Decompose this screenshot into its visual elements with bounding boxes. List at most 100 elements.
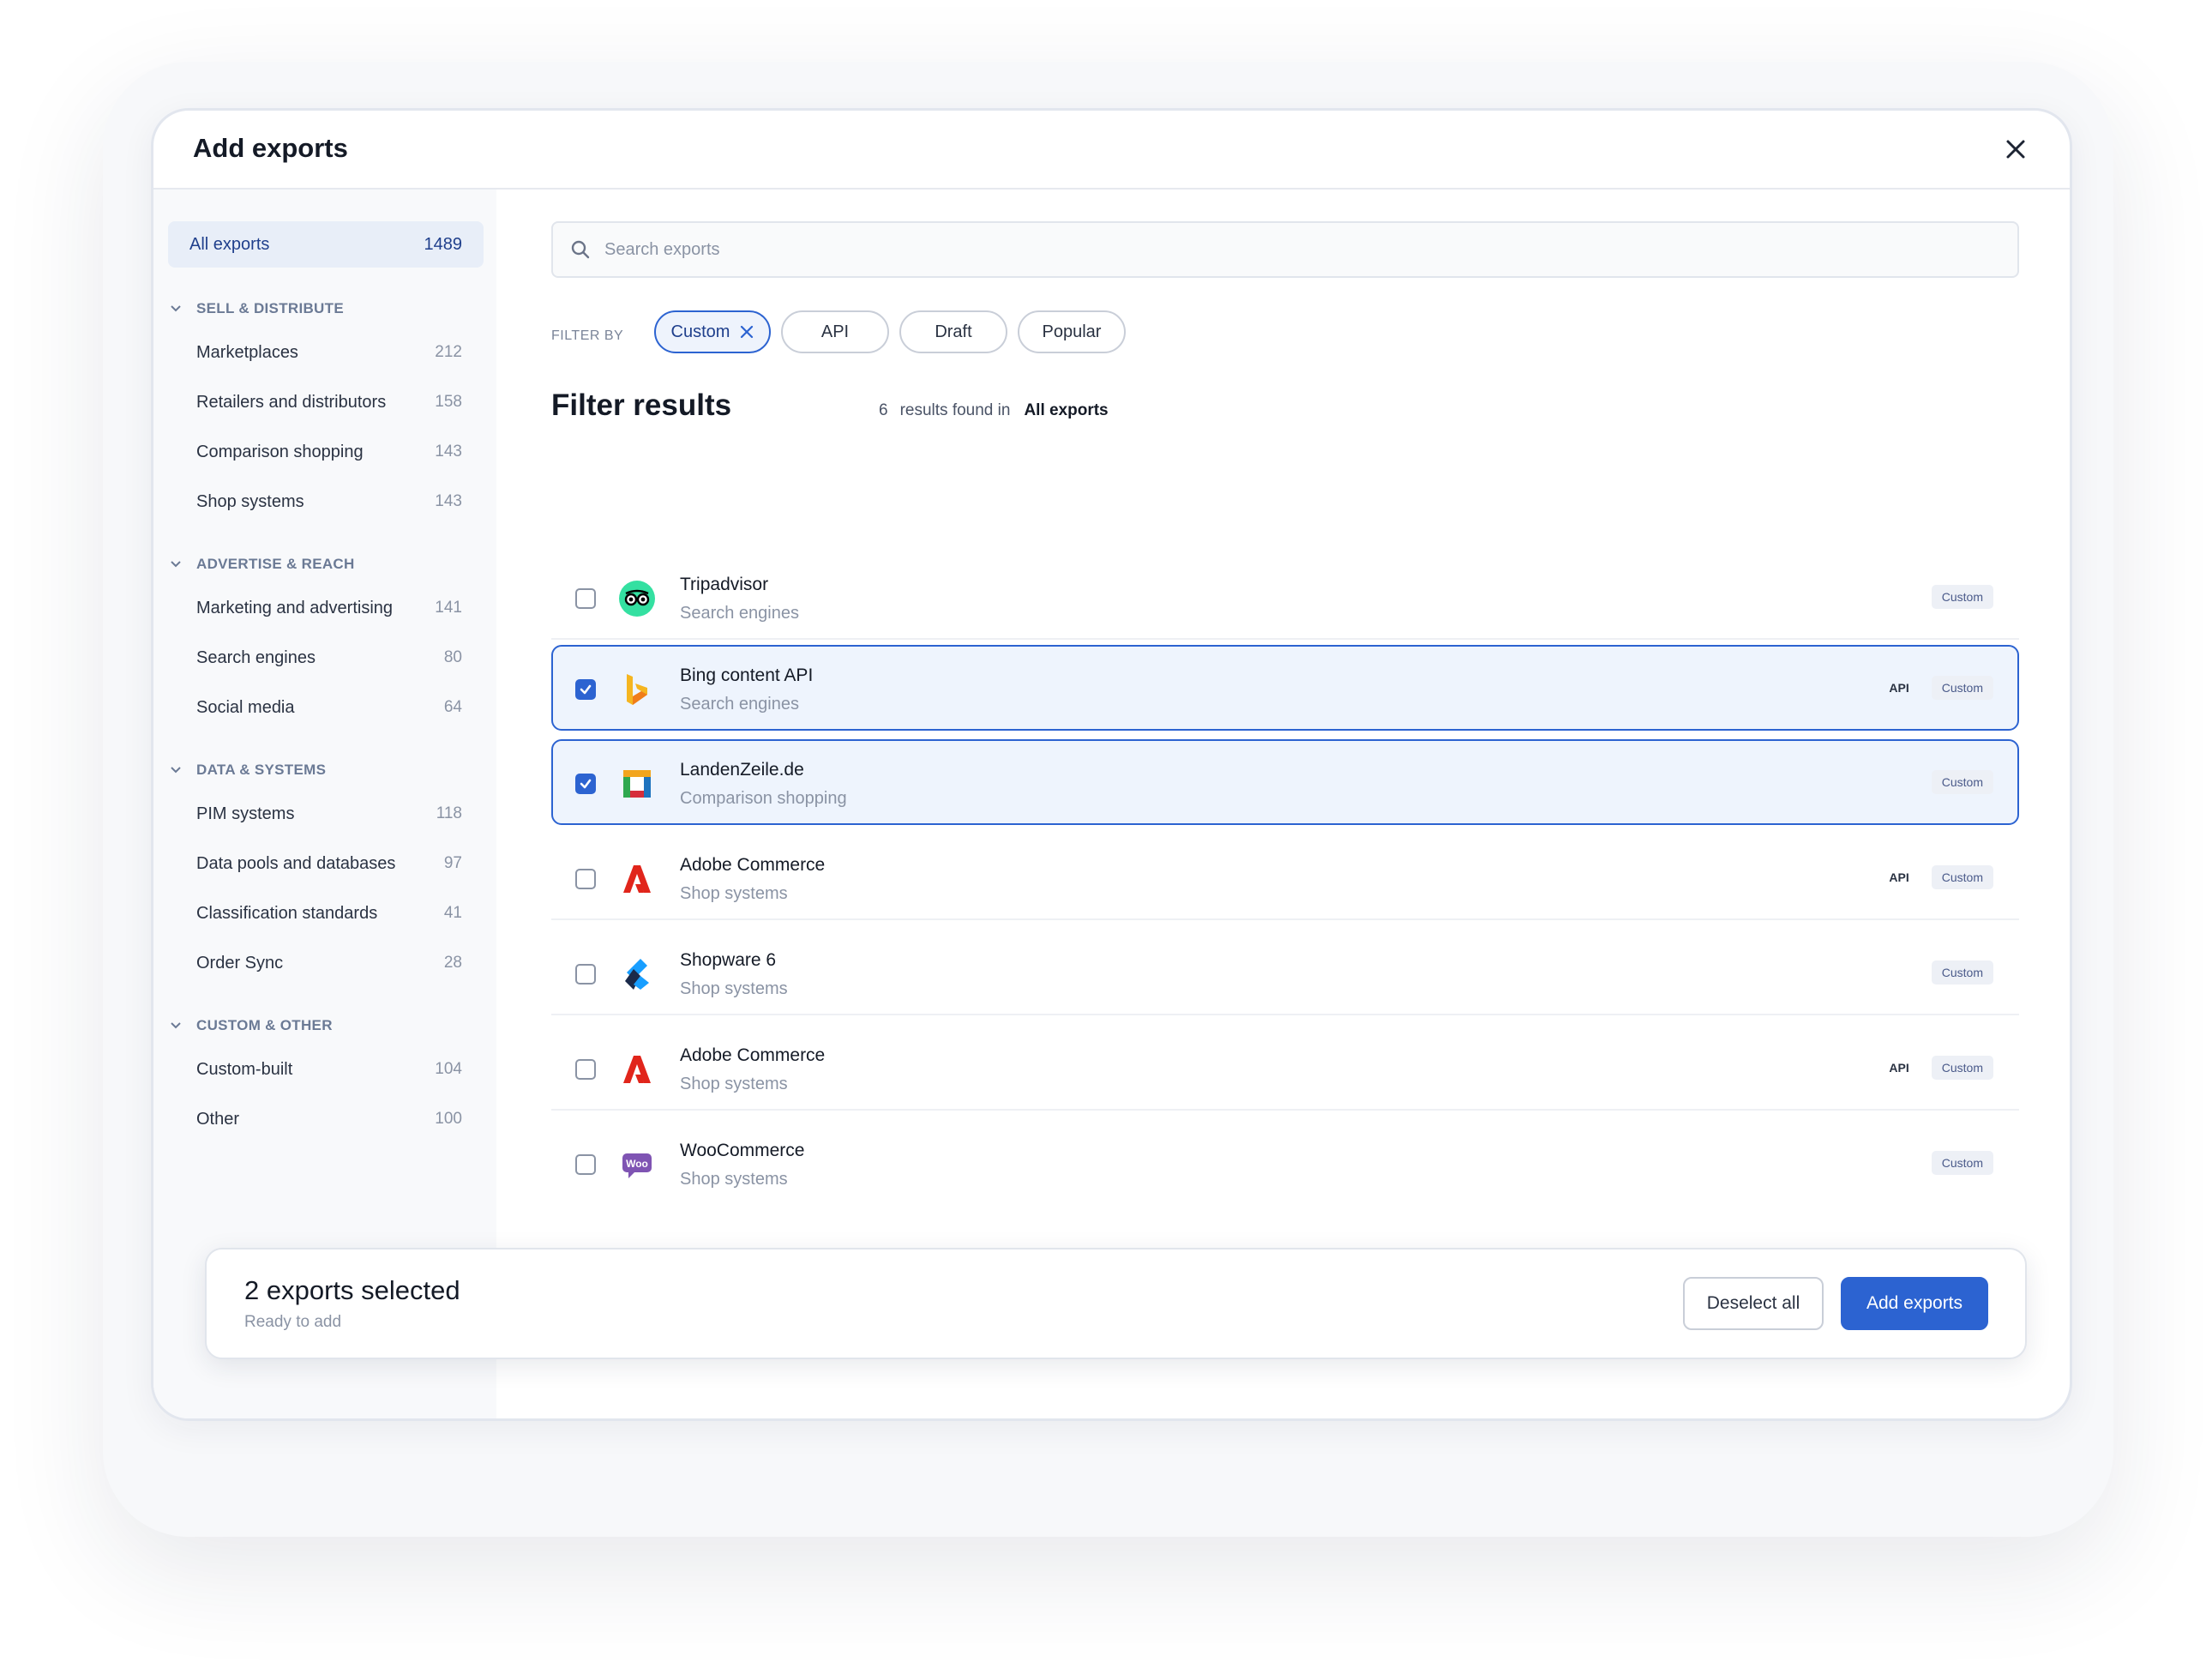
selection-count: 2 exports selected (244, 1275, 460, 1305)
export-row-shopware[interactable]: Shopware 6 Shop systems Custom (551, 930, 2019, 1015)
chevron-down-icon (171, 561, 181, 568)
sidebar-item-count: 212 (435, 343, 462, 361)
tag-custom: Custom (1931, 585, 1993, 609)
row-checkbox[interactable] (575, 679, 596, 700)
export-row-woocommerce[interactable]: Woo WooCommerce Shop systems Custom (551, 1120, 2019, 1206)
selection-footer: 2 exports selected Ready to add Deselect… (205, 1248, 2027, 1359)
sidebar-item-label: Shop systems (196, 491, 304, 511)
svg-text:Woo: Woo (626, 1158, 648, 1170)
sidebar-group-sell-distribute[interactable]: SELL & DISTRIBUTE (169, 296, 344, 322)
sidebar-item-label: Other (196, 1109, 240, 1129)
remove-filter-icon[interactable] (740, 325, 754, 339)
sidebar-item-count: 141 (435, 599, 462, 617)
sidebar-item-comparison-shopping[interactable]: Comparison shopping 143 (196, 435, 462, 469)
sidebar-item-marketplaces[interactable]: Marketplaces 212 (196, 335, 462, 370)
sidebar-group-title: CUSTOM & OTHER (196, 1017, 333, 1033)
sidebar-item-search-engines[interactable]: Search engines 80 (196, 641, 462, 675)
tag-custom: Custom (1931, 770, 1993, 794)
search-input[interactable] (603, 238, 1892, 261)
category-sidebar: All exports 1489 SELL & DISTRIBUTE Marke… (153, 190, 496, 1418)
sidebar-item-count: 100 (435, 1110, 462, 1128)
filter-by-label: FILTER BY (551, 328, 624, 343)
sidebar-group-advertise-reach[interactable]: ADVERTISE & REACH (169, 551, 355, 577)
sidebar-group-custom-other[interactable]: CUSTOM & OTHER (169, 1013, 333, 1039)
sidebar-item-marketing[interactable]: Marketing and advertising 141 (196, 591, 462, 625)
sidebar-item-count: 64 (443, 698, 462, 716)
row-checkbox[interactable] (575, 1059, 596, 1080)
export-category: Search engines (680, 695, 799, 714)
results-scope: All exports (1024, 401, 1109, 419)
tag-api: API (1889, 681, 1909, 695)
export-category: Shop systems (680, 1075, 788, 1093)
sidebar-item-social-media[interactable]: Social media 64 (196, 690, 462, 725)
export-row-bing[interactable]: Bing content API Search engines API Cust… (551, 645, 2019, 731)
results-summary: 6 results found in All exports (879, 401, 1109, 420)
filter-chip-api[interactable]: API (781, 310, 889, 353)
deselect-all-button[interactable]: Deselect all (1683, 1277, 1824, 1330)
filter-chip-custom[interactable]: Custom (654, 310, 771, 353)
sidebar-group-title: SELL & DISTRIBUTE (196, 300, 344, 316)
tag-custom: Custom (1931, 865, 1993, 889)
sidebar-item-count: 143 (435, 443, 462, 461)
row-checkbox[interactable] (575, 588, 596, 609)
sidebar-item-pim-systems[interactable]: PIM systems 118 (196, 797, 462, 831)
export-row-tripadvisor[interactable]: Tripadvisor Search engines Custom (551, 554, 2019, 640)
filter-chip-draft[interactable]: Draft (899, 310, 1007, 353)
sidebar-item-custom-built[interactable]: Custom-built 104 (196, 1052, 462, 1087)
add-exports-button[interactable]: Add exports (1841, 1277, 1988, 1330)
sidebar-item-count: 80 (443, 648, 462, 666)
export-category: Comparison shopping (680, 789, 847, 808)
sidebar-item-retailers[interactable]: Retailers and distributors 158 (196, 385, 462, 419)
sidebar-item-label: Social media (196, 697, 295, 717)
sidebar-group-data-systems[interactable]: DATA & SYSTEMS (169, 757, 326, 783)
row-checkbox[interactable] (575, 964, 596, 985)
filter-chip-label: Popular (1042, 322, 1102, 341)
export-row-adobe-commerce[interactable]: Adobe Commerce Shop systems API Custom (551, 1025, 2019, 1111)
results-title: Filter results (551, 388, 732, 422)
sidebar-item-count: 143 (435, 492, 462, 510)
tripadvisor-logo (618, 580, 656, 617)
export-category: Shop systems (680, 1170, 788, 1189)
sidebar-item-shop-systems[interactable]: Shop systems 143 (196, 485, 462, 519)
sidebar-item-data-pools[interactable]: Data pools and databases 97 (196, 846, 462, 881)
add-exports-modal: Add exports All exports 1489 SELL & DIST… (151, 108, 2072, 1421)
sidebar-item-other[interactable]: Other 100 (196, 1102, 462, 1136)
export-name: Adobe Commerce (680, 1045, 826, 1065)
export-row-adobe-commerce[interactable]: Adobe Commerce Shop systems API Custom (551, 834, 2019, 920)
tag-custom: Custom (1931, 960, 1993, 985)
modal-header: Add exports (153, 111, 2070, 190)
filter-chip-label: Custom (670, 322, 730, 341)
row-checkbox[interactable] (575, 774, 596, 794)
sidebar-item-label: Comparison shopping (196, 442, 364, 461)
results-pane: FILTER BY Custom API Draft Popular Filte… (496, 190, 2070, 1418)
tag-custom: Custom (1931, 1151, 1993, 1175)
adobe-logo (618, 1051, 656, 1088)
sidebar-item-order-sync[interactable]: Order Sync 28 (196, 946, 462, 980)
export-name: Tripadvisor (680, 575, 769, 594)
sidebar-item-count: 28 (443, 954, 462, 972)
results-count: 6 (879, 401, 888, 419)
close-icon (2006, 140, 2025, 159)
sidebar-item-label: Classification standards (196, 903, 378, 923)
check-icon (580, 779, 592, 789)
sidebar-item-count: 104 (435, 1060, 462, 1078)
sidebar-item-label: Retailers and distributors (196, 392, 387, 412)
search-box[interactable] (551, 221, 2019, 278)
tag-api: API (1889, 870, 1909, 884)
filter-chip-label: API (820, 322, 850, 341)
export-row-landenzeile[interactable]: LandenZeile.de Comparison shopping Custo… (551, 739, 2019, 825)
sidebar-item-label: Marketplaces (196, 342, 298, 362)
adobe-logo (618, 860, 656, 898)
row-checkbox[interactable] (575, 869, 596, 889)
row-checkbox[interactable] (575, 1154, 596, 1175)
filter-chip-popular[interactable]: Popular (1018, 310, 1126, 353)
sidebar-item-all-exports[interactable]: All exports 1489 (168, 221, 484, 268)
sidebar-item-label: Search engines (196, 647, 316, 667)
shopware-logo (618, 955, 656, 993)
sidebar-item-label: PIM systems (196, 804, 295, 823)
sidebar-item-classification[interactable]: Classification standards 41 (196, 896, 462, 930)
sidebar-item-count: 97 (443, 854, 462, 872)
export-name: Shopware 6 (680, 950, 777, 970)
results-found-text: results found in (899, 401, 1011, 419)
close-button[interactable] (2001, 135, 2030, 164)
